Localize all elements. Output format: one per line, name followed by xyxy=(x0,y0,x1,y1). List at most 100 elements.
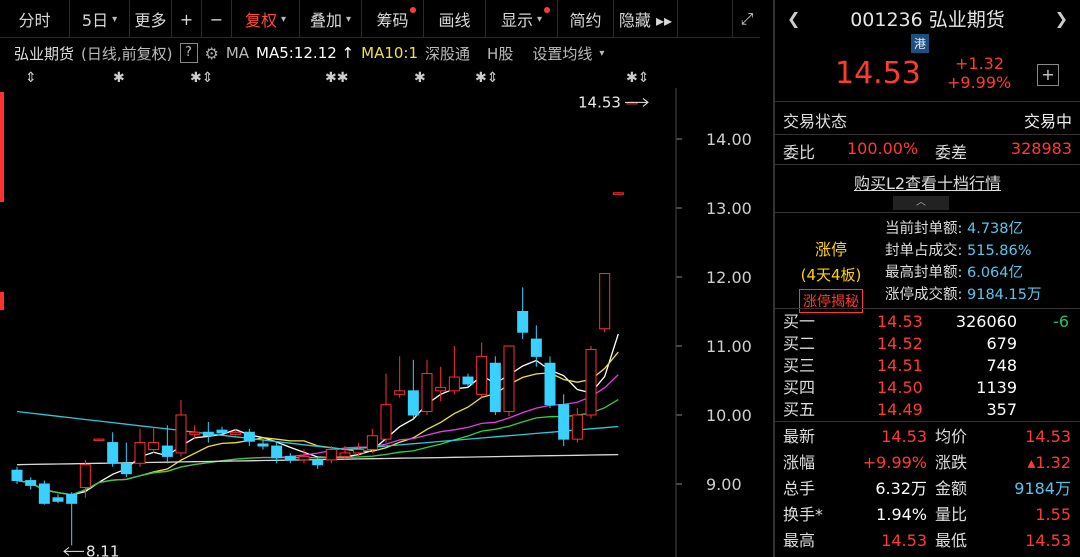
candle-body[interactable] xyxy=(216,429,228,434)
candle-body[interactable] xyxy=(517,311,529,333)
candle-body[interactable] xyxy=(394,390,406,395)
candle-body[interactable] xyxy=(161,445,173,457)
marker-icon[interactable]: ✱⇕ xyxy=(626,70,649,86)
candlestick-chart[interactable]: 14.00 13.00 12.00 11.00 10.00 9.00 14.53 8.11 xyxy=(0,88,770,557)
candle-body[interactable] xyxy=(448,376,460,392)
candle-body[interactable] xyxy=(585,348,597,416)
bid-volume: 1139 xyxy=(976,378,1017,397)
candle-body[interactable] xyxy=(38,483,50,504)
candle-body[interactable] xyxy=(11,469,23,482)
gear-icon[interactable]: ⚙ xyxy=(205,44,219,63)
candle-body[interactable] xyxy=(52,497,64,502)
ma-settings-button[interactable]: 设置均线 xyxy=(532,43,592,64)
candle-body[interactable] xyxy=(503,345,515,413)
candle-body[interactable] xyxy=(25,480,37,486)
collapse-toggle-icon[interactable]: ︿ xyxy=(893,196,949,210)
bid-row[interactable]: 买三 14.51 748 xyxy=(775,355,1080,377)
divider xyxy=(775,164,1080,165)
weicha-value: 328983 xyxy=(1010,139,1072,158)
candle-body[interactable] xyxy=(612,192,624,195)
toolbar-item[interactable]: 复权 ▾ xyxy=(232,0,300,38)
toolbar-item[interactable]: + xyxy=(172,0,202,38)
chevron-down-icon[interactable]: ▾ xyxy=(599,48,604,59)
candle-body[interactable] xyxy=(148,442,160,451)
marker-icon[interactable]: ⇕ xyxy=(25,70,37,86)
candle-body[interactable] xyxy=(93,438,105,442)
buy-l2-link[interactable]: 购买L2查看十档行情 xyxy=(775,170,1080,194)
toolbar-item[interactable]: 分时 xyxy=(0,0,70,38)
candle-body[interactable] xyxy=(339,452,351,457)
candle-body[interactable] xyxy=(284,455,296,461)
bid-row[interactable]: 买二 14.52 679 xyxy=(775,333,1080,355)
weibi-label: 委比 xyxy=(783,143,816,162)
candle-body[interactable] xyxy=(558,404,570,440)
candle-body[interactable] xyxy=(189,431,201,435)
candle-body[interactable] xyxy=(202,431,214,437)
candle-body[interactable] xyxy=(120,462,132,475)
marker-icon[interactable]: ✱⇕ xyxy=(475,70,498,86)
toolbar-item[interactable]: 显示 ▾ xyxy=(486,0,558,38)
candle-body[interactable] xyxy=(134,442,146,464)
bid-level-name: 买三 xyxy=(783,356,816,375)
candle-body[interactable] xyxy=(435,386,447,392)
candle-body[interactable] xyxy=(243,431,255,442)
toolbar-item[interactable]: 画线 xyxy=(424,0,486,38)
help-icon[interactable]: ? xyxy=(179,43,198,63)
marker-icon[interactable]: ✱ xyxy=(113,70,125,86)
limit-info-row: 封单占成交: 515.86% xyxy=(885,240,1041,262)
candle-body[interactable] xyxy=(530,338,542,357)
candle-body[interactable] xyxy=(380,404,392,440)
limit-info-key: 封单占成交: xyxy=(885,243,963,259)
expand-icon[interactable]: ⤢ xyxy=(732,0,761,38)
stats-row: 换手* 1.94% 量比 1.55 xyxy=(775,502,1080,528)
marker-icon[interactable]: ✱ xyxy=(414,70,426,86)
candle-body[interactable] xyxy=(230,431,242,435)
candle-body[interactable] xyxy=(599,273,611,330)
candle-body[interactable] xyxy=(571,414,583,440)
prev-stock-icon[interactable]: ❮ xyxy=(787,9,800,28)
candle-body[interactable] xyxy=(107,442,119,464)
candle-body[interactable] xyxy=(175,414,187,454)
candle-body[interactable] xyxy=(257,443,269,447)
divider xyxy=(775,421,1080,422)
candle-body[interactable] xyxy=(79,464,91,488)
hshare-link[interactable]: H股 xyxy=(487,43,513,64)
candle-body[interactable] xyxy=(312,459,324,466)
sgt-link[interactable]: 深股通 xyxy=(425,43,470,64)
candle-body[interactable] xyxy=(353,449,365,454)
candle-body[interactable] xyxy=(407,390,419,416)
weibi-value: 100.00% xyxy=(847,139,919,158)
candle-body[interactable] xyxy=(421,373,433,413)
candle-body[interactable] xyxy=(476,355,488,395)
next-stock-icon[interactable]: ❯ xyxy=(1055,9,1068,28)
bid-row[interactable]: 买四 14.50 1139 xyxy=(775,377,1080,399)
toolbar-item[interactable]: 更多 xyxy=(130,0,172,38)
bid-row[interactable]: 买五 14.49 357 xyxy=(775,399,1080,421)
candle-body[interactable] xyxy=(66,493,78,504)
candle-body[interactable] xyxy=(489,362,501,413)
toolbar-item[interactable]: 5日 ▾ xyxy=(70,0,130,38)
toolbar-item[interactable]: 筹码 xyxy=(362,0,424,38)
toolbar-item[interactable]: 隐藏 ▸▸ xyxy=(614,0,678,38)
marker-icon[interactable]: ✱⇕ xyxy=(190,70,213,86)
dropdown-caret-icon: ▾ xyxy=(112,13,118,25)
stat-value: 14.53 xyxy=(881,427,927,446)
hk-badge[interactable]: 港 xyxy=(911,34,930,53)
add-watchlist-button[interactable]: + xyxy=(1037,64,1059,86)
marker-icon[interactable]: ✱✱ xyxy=(325,70,348,86)
limit-reveal-button[interactable]: 涨停揭秘 xyxy=(799,289,863,313)
limit-up-info: 当前封单额: 4.738亿 封单占成交: 515.86% 最高封单额: 6.064亿… xyxy=(885,218,1041,306)
candle-body[interactable] xyxy=(325,449,337,461)
bid-row[interactable]: 买一 14.53 326060 -6 xyxy=(775,311,1080,333)
toolbar-item[interactable]: − xyxy=(202,0,232,38)
candle-body[interactable] xyxy=(462,376,474,385)
candle-body[interactable] xyxy=(366,435,378,451)
candle-body[interactable] xyxy=(298,455,310,461)
candle-body[interactable] xyxy=(544,362,556,406)
bid-level-name: 买一 xyxy=(783,312,816,331)
ma-label[interactable]: MA xyxy=(226,44,249,62)
toolbar-item[interactable]: 叠加 ▾ xyxy=(300,0,362,38)
toolbar-item[interactable]: 简约 xyxy=(558,0,614,38)
stat-label: 金额 xyxy=(935,479,968,498)
candle-body[interactable] xyxy=(271,445,283,459)
